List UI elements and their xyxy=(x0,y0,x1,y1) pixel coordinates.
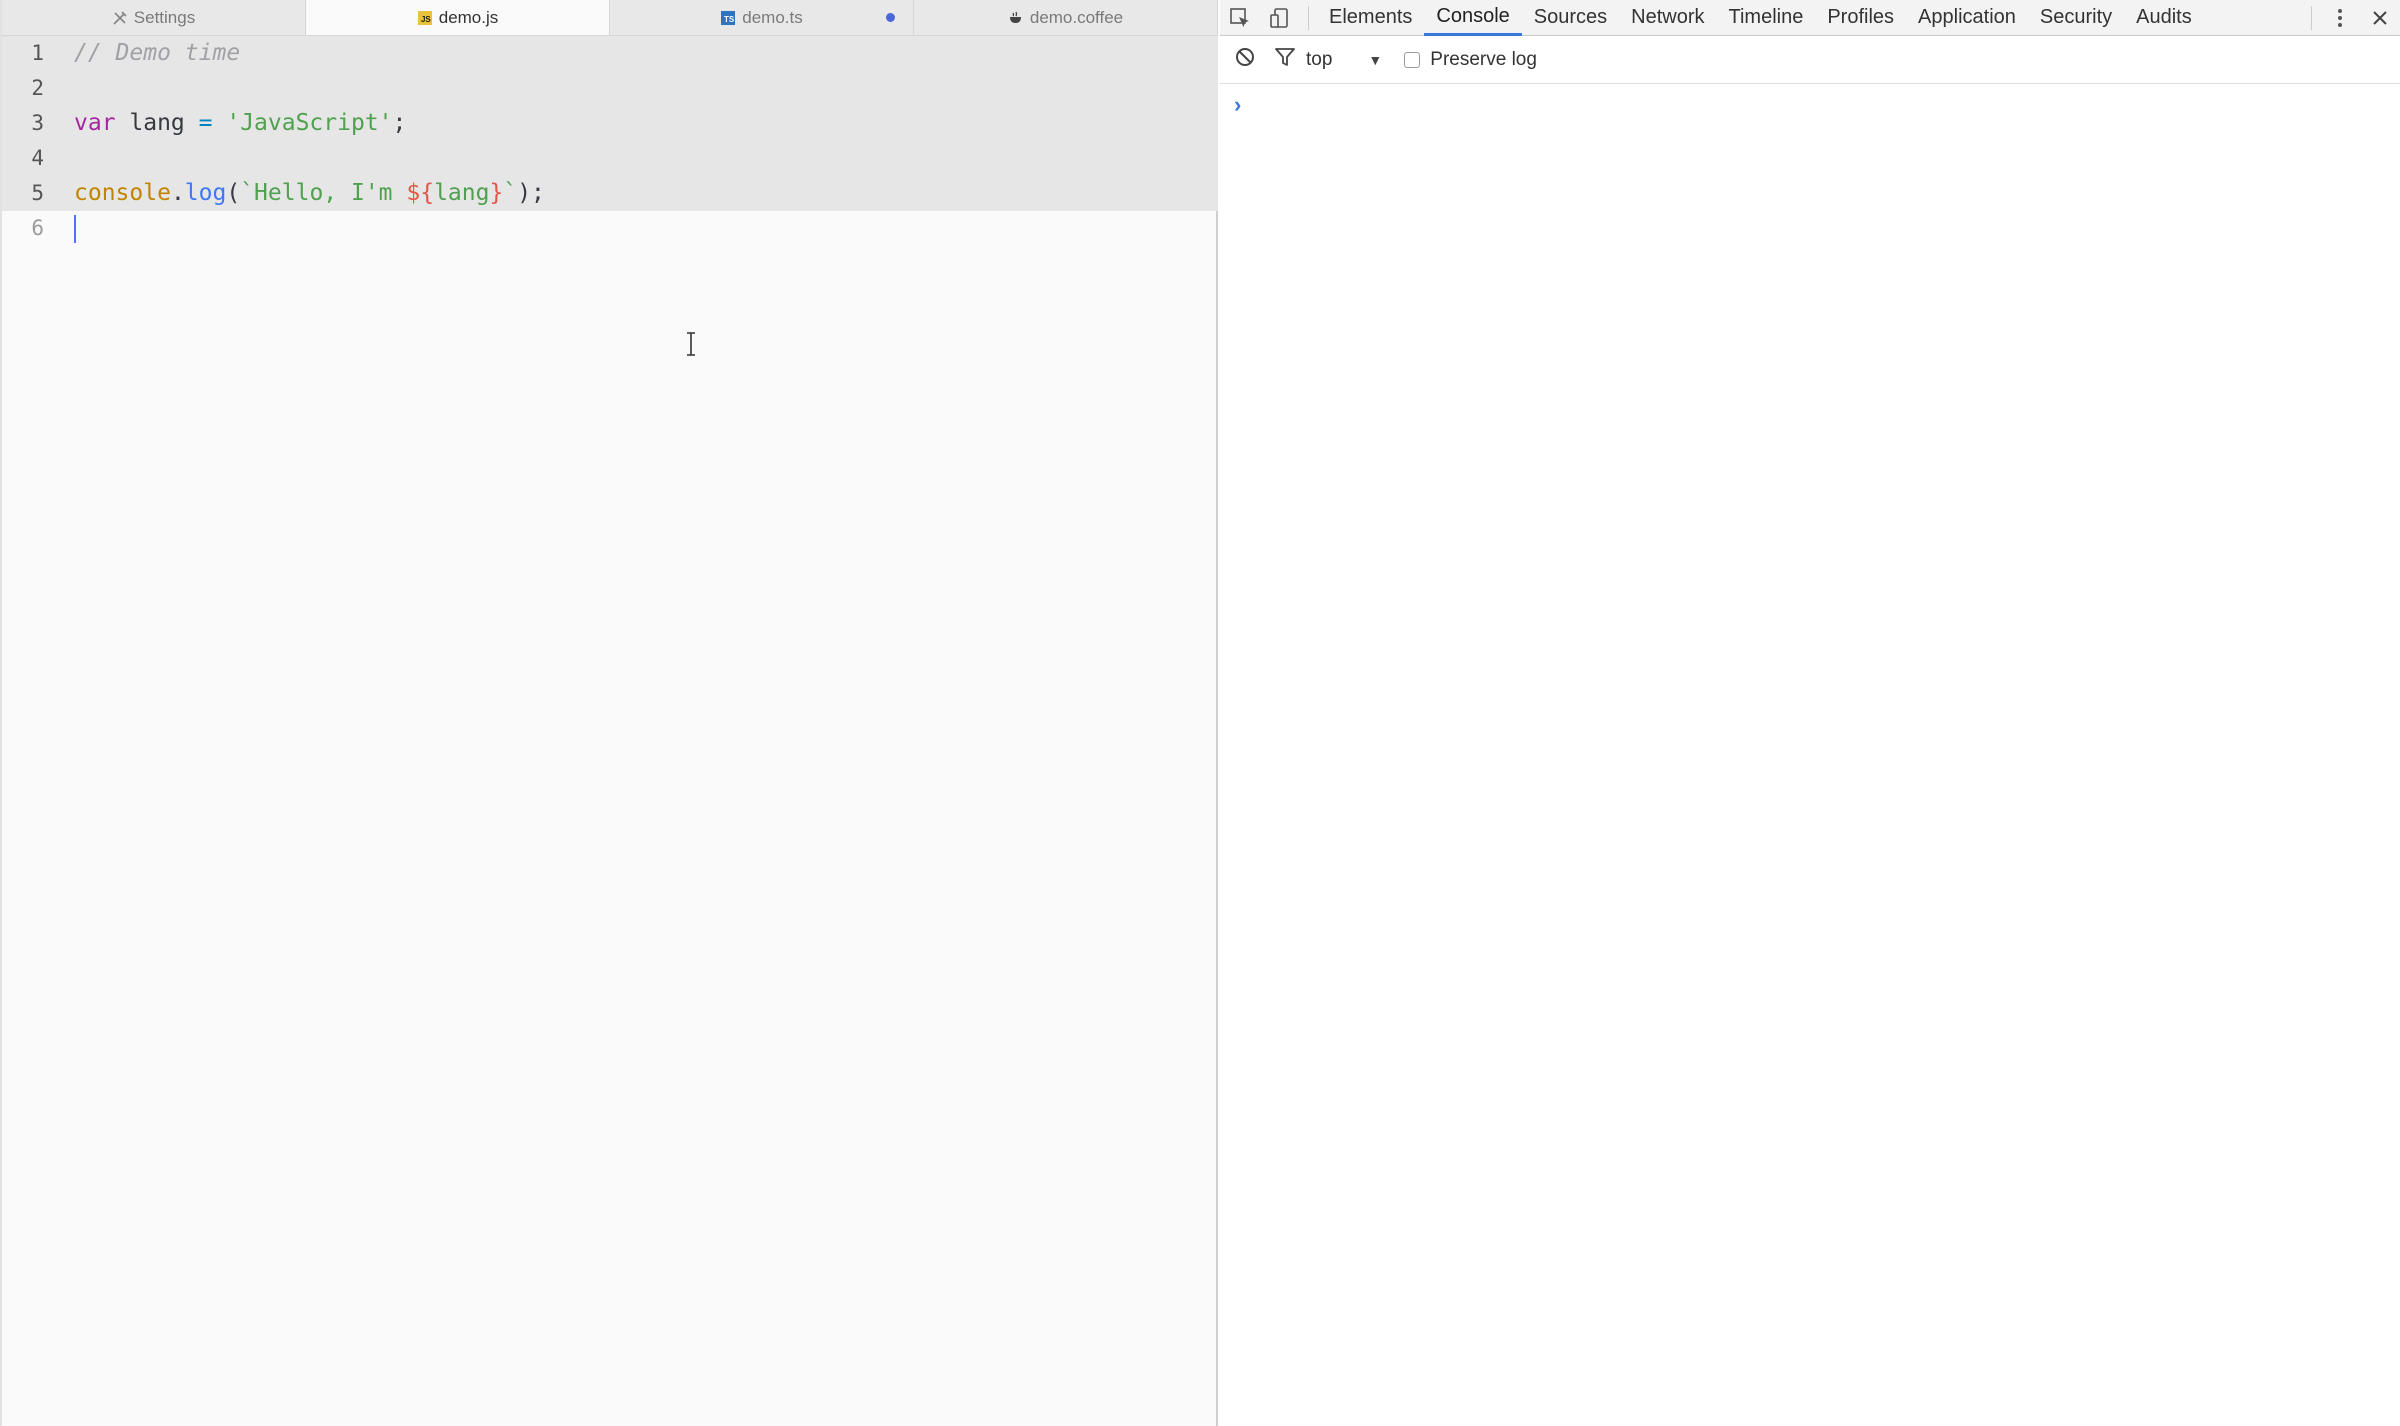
coffee-file-icon xyxy=(1008,10,1024,26)
editor-tab-bar: Settings JS demo.js TS demo.ts demo.coff… xyxy=(2,0,1218,36)
tab-elements[interactable]: Elements xyxy=(1317,0,1424,36)
line-number: 4 xyxy=(31,146,44,170)
code-line[interactable]: 3 var lang = 'JavaScript'; xyxy=(2,106,1218,141)
tab-console[interactable]: Console xyxy=(1424,0,1522,36)
devtools-toolbar: Elements Console Sources Network Timelin… xyxy=(1220,0,2400,36)
line-text: console.log(`Hello, I'm ${lang}`); xyxy=(74,176,545,211)
tools-icon xyxy=(112,10,128,26)
line-number: 2 xyxy=(31,76,44,100)
variable-token: lang xyxy=(434,180,490,206)
context-value: top xyxy=(1306,48,1333,70)
ibeam-cursor-icon xyxy=(685,332,697,358)
code-line[interactable]: 2 xyxy=(2,71,1218,106)
comment-token: // Demo time xyxy=(74,40,241,66)
punctuation-token: ( xyxy=(226,180,241,206)
tab-settings[interactable]: Settings xyxy=(2,0,306,35)
js-badge: JS xyxy=(417,10,432,25)
close-icon[interactable] xyxy=(2360,0,2400,36)
tab-label: demo.coffee xyxy=(1029,7,1124,27)
modified-indicator-icon[interactable] xyxy=(886,13,895,22)
code-line[interactable]: 4 xyxy=(2,141,1218,176)
string-token: 'JavaScript' xyxy=(212,110,393,136)
tab-application[interactable]: Application xyxy=(1906,0,2028,36)
tab-audits[interactable]: Audits xyxy=(2124,0,2204,36)
keyword-token: var xyxy=(74,110,116,136)
identifier-token: lang xyxy=(115,110,199,136)
tab-security[interactable]: Security xyxy=(2028,0,2124,36)
console-toolbar: top ▼ Preserve log xyxy=(1220,36,2400,84)
tab-timeline[interactable]: Timeline xyxy=(1717,0,1816,36)
tab-label: demo.ts xyxy=(742,7,803,27)
tab-demo-coffee[interactable]: demo.coffee xyxy=(914,0,1218,35)
tab-demo-js[interactable]: JS demo.js xyxy=(306,0,610,35)
toolbar-divider xyxy=(1308,5,1309,30)
code-area[interactable]: 1 // Demo time 2 3 var lang = 'JavaScrip… xyxy=(2,36,1218,246)
context-selector[interactable]: top ▼ xyxy=(1306,49,1382,71)
tab-network[interactable]: Network xyxy=(1619,0,1716,36)
filter-icon[interactable] xyxy=(1274,46,1296,74)
line-number: 3 xyxy=(31,111,44,135)
template-token: ${ xyxy=(406,180,435,206)
dropdown-arrow-icon: ▼ xyxy=(1368,51,1383,68)
tab-profiles[interactable]: Profiles xyxy=(1815,0,1906,36)
tab-sources[interactable]: Sources xyxy=(1522,0,1619,36)
code-line[interactable]: 5 console.log(`Hello, I'm ${lang}`); xyxy=(2,176,1218,211)
ts-file-icon: TS xyxy=(720,10,736,26)
inspect-element-icon[interactable] xyxy=(1220,0,1260,36)
prompt-chevron-icon: › xyxy=(1234,92,1242,117)
js-file-icon: JS xyxy=(417,10,433,26)
device-mode-icon[interactable] xyxy=(1260,0,1300,36)
string-token: `Hello, I'm xyxy=(240,180,407,206)
operator-token: = xyxy=(198,110,213,136)
tab-label: Settings xyxy=(133,7,196,27)
preserve-log-label: Preserve log xyxy=(1430,48,1537,70)
object-token: console xyxy=(74,180,171,206)
toolbar-divider xyxy=(2311,5,2312,30)
punctuation-token: . xyxy=(170,180,185,206)
line-number: 6 xyxy=(31,216,44,240)
console-prompt[interactable]: › xyxy=(1234,90,2384,120)
tab-demo-ts[interactable]: TS demo.ts xyxy=(610,0,914,35)
string-token: ` xyxy=(503,180,518,206)
ts-badge: TS xyxy=(721,10,736,25)
punctuation-token: ); xyxy=(517,180,545,206)
tab-label: demo.js xyxy=(438,7,499,27)
code-editor-pane: Settings JS demo.js TS demo.ts demo.coff… xyxy=(0,0,1218,1426)
template-token: } xyxy=(489,180,504,206)
clear-console-icon[interactable] xyxy=(1234,46,1256,74)
devtools-pane: Elements Console Sources Network Timelin… xyxy=(1220,0,2400,1426)
code-line[interactable]: 6 xyxy=(2,211,1218,246)
line-number: 5 xyxy=(31,181,44,205)
toolbar-right-group xyxy=(2303,0,2400,36)
text-caret xyxy=(74,215,76,243)
more-options-icon[interactable] xyxy=(2320,0,2360,36)
line-number: 1 xyxy=(31,41,44,65)
preserve-log-toggle[interactable]: Preserve log xyxy=(1404,49,1537,71)
function-token: log xyxy=(184,180,227,206)
line-text: // Demo time xyxy=(74,36,240,71)
punctuation-token: ; xyxy=(392,110,407,136)
code-line[interactable]: 1 // Demo time xyxy=(2,36,1218,71)
preserve-log-checkbox[interactable] xyxy=(1404,51,1421,68)
line-text: var lang = 'JavaScript'; xyxy=(74,106,406,141)
